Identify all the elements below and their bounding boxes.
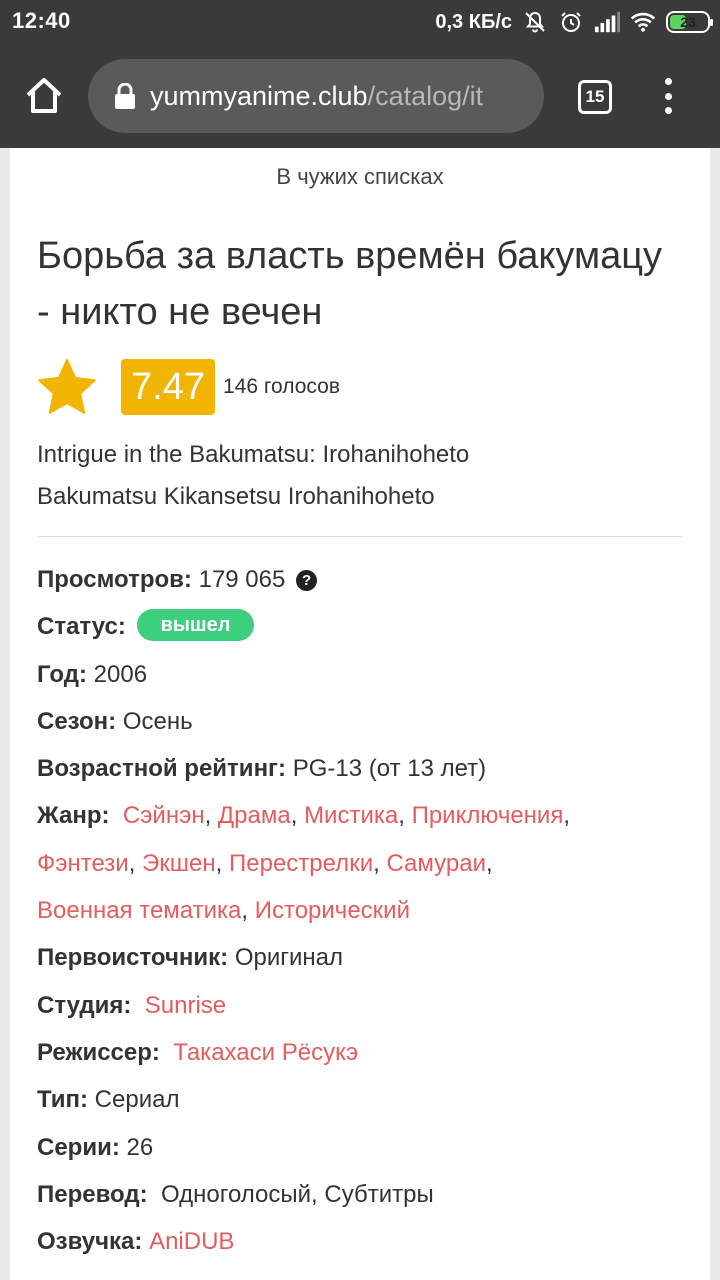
info-age-rating: Возрастной рейтинг: PG-13 (от 13 лет) xyxy=(37,755,487,783)
url-bar[interactable]: yummyanime.club/catalog/it xyxy=(88,59,544,133)
info-genres-cont: Фэнтези, Экшен, Перестрелки, Самураи, xyxy=(37,849,493,877)
lock-icon xyxy=(114,82,136,109)
url-text: yummyanime.club/catalog/it xyxy=(150,80,484,111)
signal-icon xyxy=(594,9,620,35)
info-views: Просмотров: 179 065 ? xyxy=(37,556,687,603)
alarm-icon xyxy=(558,9,584,35)
page-title: Борьба за власть времён бакумацу - никто… xyxy=(37,235,663,333)
genre-link[interactable]: Перестрелки xyxy=(229,850,373,877)
info-type: Тип: Сериал xyxy=(37,1086,180,1114)
status-badge: вышел xyxy=(136,609,255,642)
in-other-lists-link[interactable]: В чужих списках xyxy=(10,164,710,190)
battery-indicator: 23 xyxy=(666,11,713,33)
genre-link[interactable]: Приключения xyxy=(412,802,564,829)
star-icon[interactable] xyxy=(37,358,97,416)
help-icon[interactable]: ? xyxy=(296,570,318,591)
tab-switcher-button[interactable]: 15 xyxy=(578,80,612,114)
info-season: Сезон: Осень xyxy=(37,707,193,735)
home-icon[interactable] xyxy=(22,74,66,118)
info-list: Просмотров: 179 065 ? Статус: вышел Год:… xyxy=(37,556,687,1265)
info-source: Первоисточник: Оригинал xyxy=(37,944,344,972)
info-genres-cont: Военная тематика, Исторический xyxy=(37,897,410,925)
status-time: 12:40 xyxy=(12,8,71,33)
more-menu-icon[interactable] xyxy=(660,78,676,114)
status-icons: 0,3 КБ/с 23 xyxy=(435,8,713,36)
info-translation: Перевод: Одноголосый, Субтитры xyxy=(37,1180,434,1208)
info-episodes: Серии: 26 xyxy=(37,1133,154,1161)
bell-off-icon xyxy=(522,9,548,35)
status-bar: 12:40 0,3 КБ/с 23 xyxy=(0,0,720,44)
wifi-icon xyxy=(630,9,656,35)
studio-link[interactable]: Sunrise xyxy=(145,992,226,1019)
alt-title: Bakumatsu Kikansetsu Irohanihoheto xyxy=(37,483,435,510)
info-studio: Студия: Sunrise xyxy=(37,991,227,1019)
battery-level: 23 xyxy=(680,14,696,30)
browser-toolbar: yummyanime.club/catalog/it 15 xyxy=(0,44,720,148)
genre-link[interactable]: Самураи xyxy=(386,850,486,877)
info-dub: Озвучка: AniDUB xyxy=(37,1228,235,1256)
anime-card: В чужих списках Борьба за власть времён … xyxy=(10,148,710,1280)
genre-link[interactable]: Драма xyxy=(218,802,291,829)
rating-row: 7.47 146 голосов xyxy=(37,358,340,416)
genre-link[interactable]: Экшен xyxy=(142,850,216,877)
info-status: Статус: вышел xyxy=(37,603,687,650)
genre-link[interactable]: Исторический xyxy=(255,897,410,924)
votes-count: 146 голосов xyxy=(222,375,340,398)
genre-link[interactable]: Сэйнэн xyxy=(123,802,205,829)
alt-title: Intrigue in the Bakumatsu: Irohanihoheto xyxy=(37,441,470,468)
info-genres: Жанр: Сэйнэн, Драма, Мистика, Приключени… xyxy=(37,802,571,830)
alternative-titles: Intrigue in the Bakumatsu: Irohanihoheto… xyxy=(37,434,469,518)
genre-link[interactable]: Фэнтези xyxy=(37,850,129,877)
dub-link[interactable]: AniDUB xyxy=(149,1228,234,1255)
genre-link[interactable]: Мистика xyxy=(304,802,398,829)
info-director: Режиссер: Такахаси Рёсукэ xyxy=(37,1038,359,1066)
rating-score: 7.47 xyxy=(121,359,215,415)
divider xyxy=(37,536,683,537)
info-year: Год: 2006 xyxy=(37,660,148,688)
director-link[interactable]: Такахаси Рёсукэ xyxy=(173,1039,358,1066)
genre-link[interactable]: Военная тематика xyxy=(37,897,241,924)
network-speed: 0,3 КБ/с xyxy=(435,10,512,33)
